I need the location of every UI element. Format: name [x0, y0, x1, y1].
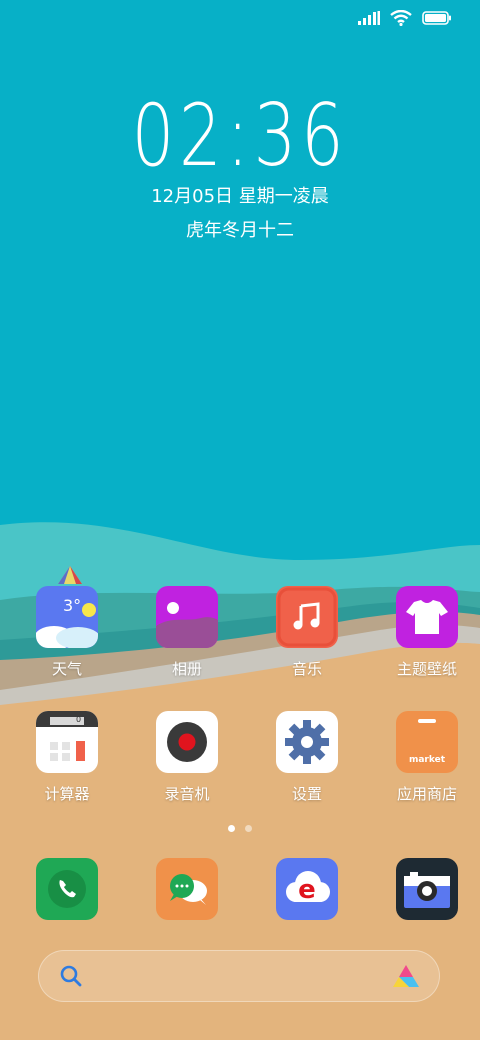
battery-icon: [422, 11, 451, 25]
shirt-icon: [396, 586, 458, 648]
app-themes[interactable]: 主题壁纸: [374, 586, 480, 679]
app-label: 音乐: [291, 660, 322, 678]
dock-messages[interactable]: [134, 858, 240, 920]
app-label: 设置: [291, 785, 322, 803]
music-icon: [276, 586, 338, 648]
app-label: 计算器: [44, 785, 90, 803]
calculator-display: 0: [76, 715, 82, 724]
record-icon: [156, 711, 218, 773]
app-label: 主题壁纸: [396, 660, 457, 678]
app-label: 天气: [51, 660, 82, 678]
search-icon[interactable]: [59, 964, 83, 988]
clock-lunar-date: 虎年冬月十二: [186, 220, 294, 241]
browser-icon: e: [276, 858, 338, 920]
app-row-2: 0 计算器 录音机 设置 market 应用商店: [0, 711, 480, 804]
market-icon: market: [396, 711, 458, 773]
app-store[interactable]: market 应用商店: [374, 711, 480, 804]
signal-icon: [358, 11, 380, 25]
messages-icon: [156, 858, 218, 920]
weather-icon: 3°: [36, 586, 98, 648]
app-calculator[interactable]: 0 计算器: [14, 711, 120, 804]
search-bar[interactable]: [38, 950, 440, 1002]
app-settings[interactable]: 设置: [254, 711, 360, 804]
page-indicator[interactable]: [0, 825, 480, 832]
calculator-icon: 0: [36, 711, 98, 773]
status-bar: [358, 10, 452, 26]
dock-camera[interactable]: [374, 858, 480, 920]
app-weather[interactable]: 3° 天气: [14, 586, 120, 679]
gear-icon: [276, 711, 338, 773]
app-gallery[interactable]: 相册: [134, 586, 240, 679]
app-label: 相册: [171, 660, 202, 678]
dock: e: [0, 858, 480, 920]
market-text: market: [408, 755, 446, 765]
assistant-icon[interactable]: [391, 963, 421, 989]
dock-browser[interactable]: e: [254, 858, 360, 920]
app-recorder[interactable]: 录音机: [134, 711, 240, 804]
wifi-icon: [390, 10, 412, 26]
app-row-1: 3° 天气 相册 音乐 主题壁纸: [0, 586, 480, 679]
clock-time: 02:36: [131, 86, 349, 186]
phone-icon: [36, 858, 98, 920]
camera-icon: [396, 858, 458, 920]
page-dot[interactable]: [245, 825, 252, 832]
app-music[interactable]: 音乐: [254, 586, 360, 679]
app-label: 录音机: [164, 785, 210, 803]
weather-temperature: 3°: [63, 596, 82, 615]
browser-letter: e: [298, 875, 316, 905]
app-label: 应用商店: [396, 785, 457, 803]
clock-widget[interactable]: 02:36 12月05日 星期一凌晨 虎年冬月十二: [0, 88, 480, 242]
gallery-icon: [156, 586, 218, 648]
page-dot-active[interactable]: [228, 825, 235, 832]
search-input[interactable]: [95, 966, 379, 986]
dock-phone[interactable]: [14, 858, 120, 920]
